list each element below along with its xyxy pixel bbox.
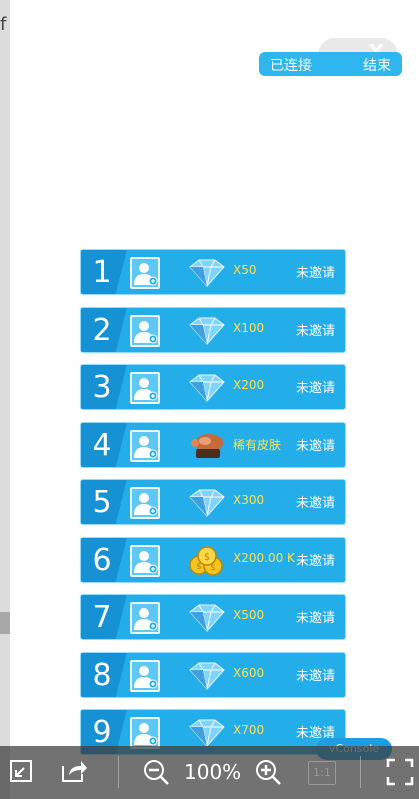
invite-rank: 8 [92, 657, 112, 693]
add-friend-avatar-icon[interactable] [130, 544, 160, 577]
minimize-icon[interactable] [8, 758, 34, 788]
invite-rank: 3 [92, 370, 112, 405]
diamond-icon [187, 718, 227, 748]
invite-row[interactable]: 1 X50 未邀请 [80, 249, 346, 295]
reward-amount: X200 [233, 378, 265, 392]
reward-amount: X600 [233, 665, 265, 680]
invite-rank: 4 [92, 427, 112, 463]
invite-list: 1 X50 未邀请 2 X100 未邀请 3 X200 未邀请 4 稀有皮肤 未邀请 5 X300 未邀请 6… [80, 249, 346, 767]
reward-amount: X700 [233, 723, 265, 737]
skin-icon [187, 431, 227, 461]
invite-status: 未邀请 [295, 496, 335, 511]
invite-status: 未邀请 [295, 381, 335, 396]
toolbar-divider [360, 756, 361, 788]
diamond-icon [187, 373, 227, 403]
invite-row[interactable]: 2 X100 未邀请 [80, 306, 346, 353]
svg-text:$: $ [204, 552, 210, 563]
add-friend-avatar-icon[interactable] [130, 372, 160, 404]
add-friend-avatar-icon[interactable] [130, 429, 160, 462]
invite-row[interactable]: 5 X300 未邀请 [80, 479, 346, 525]
invite-rank: 7 [92, 600, 112, 635]
invite-status: 未邀请 [295, 438, 335, 454]
connection-status: 已连接 [270, 58, 312, 74]
toolbar-divider [118, 756, 119, 788]
zoom-in-icon[interactable] [254, 758, 282, 790]
share-icon[interactable] [60, 758, 88, 788]
add-friend-avatar-icon[interactable] [130, 314, 160, 347]
reward-amount: X300 [233, 493, 265, 507]
actual-size-button[interactable]: 1:1 [308, 761, 336, 785]
add-friend-avatar-icon[interactable] [130, 717, 160, 749]
reward-amount: X50 [233, 263, 257, 277]
background-page-glyph: f [0, 14, 7, 35]
invite-status: 未邀请 [295, 668, 335, 684]
coins-icon: $ $ $ [187, 545, 227, 576]
viewer-toolbar: 100% 1:1 [0, 746, 419, 799]
fullscreen-icon[interactable] [386, 758, 414, 790]
invite-rank: 6 [92, 542, 112, 578]
add-friend-avatar-icon[interactable] [130, 659, 160, 692]
zoom-out-icon[interactable] [142, 758, 170, 790]
reward-amount: X200.00 K [233, 550, 295, 565]
invite-status: 未邀请 [295, 266, 335, 281]
reward-amount: 稀有皮肤 [233, 437, 282, 452]
diamond-icon [187, 603, 227, 633]
reward-amount: X500 [233, 608, 265, 622]
diamond-icon [187, 488, 227, 518]
zoom-level: 100% [184, 760, 242, 784]
add-friend-avatar-icon[interactable] [130, 602, 160, 634]
add-friend-avatar-icon[interactable] [130, 257, 160, 289]
diamond-icon [187, 258, 227, 288]
invite-row[interactable]: 7 X500 未邀请 [80, 594, 346, 640]
invite-row[interactable]: 6 $ $ $ X200.00 K 未邀请 [80, 536, 346, 583]
svg-text:$: $ [196, 562, 202, 572]
invite-rank: 1 [92, 255, 112, 290]
add-friend-avatar-icon[interactable] [130, 487, 160, 519]
invite-status: 未邀请 [295, 553, 335, 569]
invite-row[interactable]: 8 X600 未邀请 [80, 651, 346, 698]
invite-status: 未邀请 [295, 611, 335, 626]
svg-text:$: $ [210, 563, 216, 573]
invite-rank: 5 [92, 485, 112, 520]
invite-rank: 2 [92, 312, 112, 348]
diamond-icon [187, 316, 227, 346]
diamond-icon [187, 661, 227, 691]
invite-row[interactable]: 3 X200 未邀请 [80, 364, 346, 410]
invite-status: 未邀请 [295, 323, 335, 339]
end-button[interactable]: 结束 [363, 55, 391, 75]
reward-amount: X100 [233, 320, 265, 335]
connection-bar: 已连接 结束 [259, 52, 402, 76]
background-page-strip [0, 0, 10, 799]
invite-row[interactable]: 4 稀有皮肤 未邀请 [80, 421, 346, 468]
